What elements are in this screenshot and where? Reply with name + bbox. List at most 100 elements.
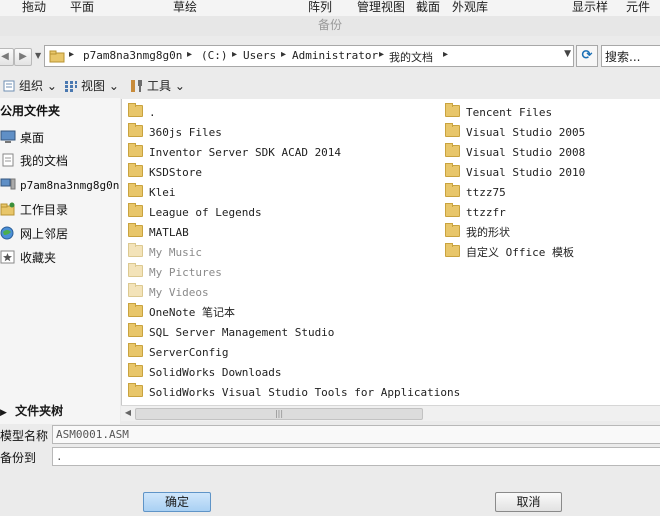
folder-tree-toggle[interactable]: ▶ 文件夹树: [0, 402, 63, 419]
cancel-button[interactable]: 取消: [495, 492, 562, 512]
sidebar-item-label: 收藏夹: [20, 251, 57, 265]
computer-icon: [0, 178, 16, 190]
sidebar-item-my-documents[interactable]: 我的文档: [0, 151, 68, 171]
ribbon-item-pattern[interactable]: 阵列: [308, 0, 332, 15]
back-button[interactable]: ◀: [0, 48, 14, 66]
folder-item[interactable]: League of Legends: [128, 203, 262, 223]
folder-item[interactable]: My Pictures: [128, 263, 222, 283]
folder-item[interactable]: Tencent Files: [445, 103, 552, 123]
views-menu[interactable]: 视图 ⌄: [64, 76, 119, 96]
ribbon-item-plane[interactable]: 平面: [70, 0, 94, 15]
ribbon-item-display-style[interactable]: 显示样: [572, 0, 608, 15]
folder-item[interactable]: Klei: [128, 183, 176, 203]
views-label: 视图: [81, 79, 106, 93]
network-icon: [0, 226, 14, 240]
ok-button[interactable]: 确定: [143, 492, 211, 512]
folder-icon: [445, 223, 460, 237]
folder-item[interactable]: MATLAB: [128, 223, 189, 243]
breadcrumb-computer[interactable]: p7am8na3nmg8g0n: [83, 49, 182, 62]
folder-item[interactable]: Visual Studio 2008: [445, 143, 585, 163]
folder-item[interactable]: My Music: [128, 243, 202, 263]
folder-name: 自定义 Office 模板: [466, 246, 574, 259]
ribbon-item-sketch[interactable]: 草绘: [173, 0, 197, 15]
folder-item[interactable]: 我的形状: [445, 223, 510, 243]
ribbon-item-manage-views[interactable]: 管理视图: [357, 0, 405, 15]
horizontal-scrollbar[interactable]: ◀ |||: [121, 405, 660, 421]
folder-item[interactable]: ttzz75: [445, 183, 506, 203]
ribbon-item-component[interactable]: 元件: [626, 0, 650, 15]
folder-name: Visual Studio 2010: [466, 166, 586, 179]
breadcrumb-my-documents[interactable]: 我的文档: [389, 49, 433, 65]
address-dropdown-icon[interactable]: ▼: [564, 49, 571, 59]
folder-name: My Videos: [149, 286, 209, 299]
folder-name: .: [149, 106, 156, 119]
breadcrumb-separator: ▸: [281, 49, 287, 60]
folder-name: SQL Server Management Studio: [149, 326, 335, 339]
dialog-title: 备份: [0, 16, 660, 36]
folder-name: My Music: [149, 246, 202, 259]
folder-item[interactable]: My Videos: [128, 283, 209, 303]
folder-item[interactable]: KSDStore: [128, 163, 202, 183]
breadcrumb-administrator[interactable]: Administrator: [292, 49, 378, 62]
folder-icon: [128, 183, 143, 197]
folder-name: 360js Files: [149, 126, 222, 139]
file-list[interactable]: . 360js Files Inventor Server SDK ACAD 201…: [121, 99, 660, 405]
folder-icon: [445, 143, 460, 157]
folder-icon: [128, 223, 143, 237]
refresh-icon[interactable]: ⟳: [576, 45, 598, 67]
scroll-left-icon[interactable]: ◀: [122, 407, 134, 419]
tools-menu[interactable]: 工具 ⌄: [130, 76, 185, 96]
folder-icon: [128, 383, 143, 397]
folder-name: Tencent Files: [466, 106, 553, 119]
folder-item[interactable]: OneNote 笔记本: [128, 303, 235, 323]
sidebar-header: 公用文件夹: [0, 104, 61, 118]
folder-icon: [128, 143, 143, 157]
history-dropdown-icon[interactable]: ▼: [35, 51, 41, 60]
chevron-down-icon: ⌄: [108, 79, 119, 93]
ribbon-item-appearance[interactable]: 外观库: [452, 0, 488, 15]
folder-icon: [128, 283, 143, 297]
folder-name: KSDStore: [149, 166, 202, 179]
folder-name: League of Legends: [149, 206, 262, 219]
breadcrumb-users[interactable]: Users: [243, 49, 276, 62]
folder-item[interactable]: SolidWorks Visual Studio Tools for Appli…: [128, 383, 460, 403]
scrollbar-thumb[interactable]: |||: [135, 408, 423, 420]
ribbon-strip: 拖动 平面 草绘 阵列 管理视图 截面 外观库 显示样 元件: [0, 0, 660, 17]
ribbon-item-section[interactable]: 截面: [416, 0, 440, 15]
folder-item[interactable]: 360js Files: [128, 123, 222, 143]
sidebar-item-computer[interactable]: p7am8na3nmg8g0n: [0, 176, 119, 196]
organize-menu[interactable]: 组织 ⌄: [2, 76, 57, 96]
sidebar-item-working-directory[interactable]: 工作目录: [0, 200, 68, 220]
model-name-field: ASM0001.ASM: [52, 425, 660, 444]
folder-item[interactable]: SolidWorks Downloads: [128, 363, 281, 383]
address-row: ◀ ▶ ▼ ▸ p7am8na3nmg8g0n ▸ (C:) ▸ Users ▸…: [0, 40, 660, 74]
folder-item[interactable]: 自定义 Office 模板: [445, 243, 574, 263]
sidebar-item-desktop[interactable]: 桌面: [0, 128, 44, 148]
folder-item[interactable]: Inventor Server SDK ACAD 2014: [128, 143, 341, 163]
folder-name: OneNote 笔记本: [149, 306, 235, 319]
tools-label: 工具: [147, 79, 172, 93]
folder-item[interactable]: Visual Studio 2005: [445, 123, 585, 143]
address-bar[interactable]: ▸ p7am8na3nmg8g0n ▸ (C:) ▸ Users ▸ Admin…: [44, 45, 574, 67]
forward-button[interactable]: ▶: [14, 48, 32, 66]
breadcrumb-separator: ▸: [69, 49, 75, 60]
folder-item[interactable]: ServerConfig: [128, 343, 228, 363]
folder-name: ServerConfig: [149, 346, 229, 359]
folder-item[interactable]: ttzzfr: [445, 203, 506, 223]
folder-item[interactable]: SQL Server Management Studio: [128, 323, 334, 343]
sidebar-item-label: 桌面: [20, 131, 45, 145]
folder-tree-label: 文件夹树: [15, 404, 64, 418]
folder-item[interactable]: .: [128, 103, 156, 123]
model-name-label: 模型名称: [0, 429, 49, 443]
folder-name: MATLAB: [149, 226, 189, 239]
breadcrumb-drive[interactable]: (C:): [201, 49, 228, 62]
working-directory-icon: [0, 202, 15, 216]
chevron-down-icon: ⌄: [174, 79, 185, 93]
backup-to-field[interactable]: .: [52, 447, 660, 466]
sidebar-item-favorites[interactable]: 收藏夹: [0, 248, 56, 268]
ribbon-item-drag[interactable]: 拖动: [22, 0, 46, 15]
folder-item[interactable]: Visual Studio 2010: [445, 163, 585, 183]
breadcrumb-separator: ▸: [379, 49, 385, 60]
search-input[interactable]: 搜索...: [601, 45, 660, 67]
sidebar-item-network[interactable]: 网上邻居: [0, 224, 68, 244]
